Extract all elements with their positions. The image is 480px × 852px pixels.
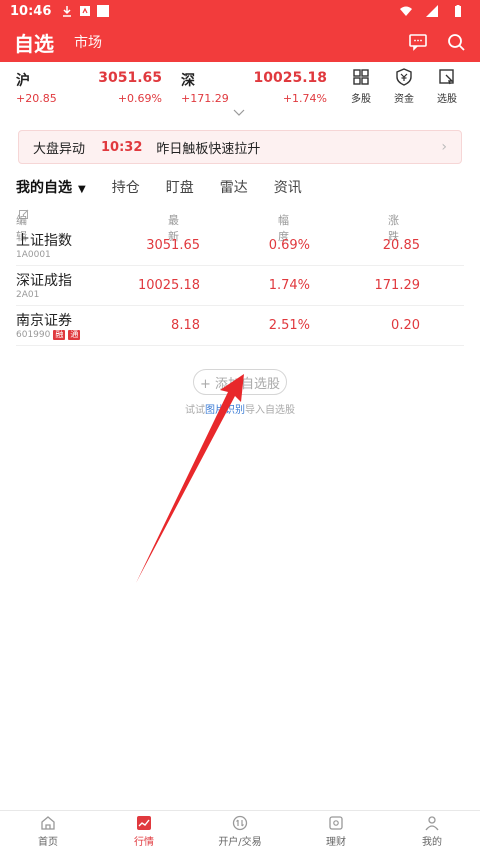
stock-name: 上证指数 — [16, 233, 72, 249]
sort-icon: ◇ — [391, 212, 398, 221]
fund-button[interactable]: 资金 — [384, 68, 424, 105]
nav-wealth[interactable]: 理财 — [288, 811, 384, 852]
stock-name: 南京证券 — [16, 313, 72, 329]
stock-code-group: 601990 融通 — [16, 330, 81, 340]
chevron-right-icon: › — [441, 139, 447, 155]
nav-profile[interactable]: 我的 — [384, 811, 480, 852]
stock-name: 深证成指 — [16, 273, 72, 289]
status-bar: 10:46 — [0, 0, 480, 22]
change-value: 0.20 — [391, 318, 420, 333]
market-tab[interactable]: 市场 — [74, 32, 102, 52]
range-value: 2.51% — [268, 318, 310, 333]
table-row[interactable]: 南京证券 601990 融通 8.18 2.51% 0.20 — [16, 308, 464, 346]
market-alert-banner[interactable]: 大盘异动 10:32 昨日触板快速拉升 › — [18, 130, 462, 164]
tab-label: 我的自选 — [16, 180, 72, 196]
connect-badge: 通 — [68, 330, 81, 340]
latest-value: 8.18 — [171, 318, 200, 333]
user-icon — [425, 816, 439, 831]
quick-label: 资金 — [394, 94, 414, 105]
wifi-icon — [400, 6, 412, 16]
hint-text: 导入自选股 — [245, 405, 295, 416]
index-percent: +1.74% — [282, 92, 327, 105]
battery-icon — [455, 5, 461, 17]
multi-stock-button[interactable]: 多股 — [341, 68, 381, 105]
alert-message: 昨日触板快速拉升 — [156, 141, 261, 157]
sub-tabs: 我的自选 ▼ 持仓 盯盘 雷达 资讯 — [0, 172, 480, 202]
tab-monitor[interactable]: 盯盘 — [166, 177, 194, 197]
tab-watchlist[interactable]: 我的自选 ▼ — [16, 177, 86, 197]
grid-icon — [353, 69, 369, 85]
edit-button[interactable]: 编辑 — [16, 208, 29, 243]
stock-picker-button[interactable]: 选股 — [427, 68, 467, 105]
home-icon — [41, 816, 55, 830]
chevron-down-icon[interactable] — [233, 109, 245, 117]
index-change: +20.85 — [16, 92, 57, 105]
nav-label: 行情 — [134, 837, 154, 848]
quick-label: 选股 — [437, 94, 457, 105]
wallet-icon — [329, 816, 343, 830]
add-watchlist-button[interactable]: + 添加自选股 — [193, 369, 287, 395]
alert-label: 大盘异动 — [33, 141, 86, 157]
index-percent: +0.69% — [117, 92, 162, 105]
nav-market[interactable]: 行情 — [96, 811, 192, 852]
nav-label: 开户/交易 — [218, 837, 262, 848]
nav-label: 首页 — [38, 837, 58, 848]
sort-icon: ◇ — [281, 212, 288, 221]
range-value: 0.69% — [268, 238, 310, 253]
bottom-nav: 首页 行情 开户/交易 理财 我的 — [0, 810, 480, 852]
tab-radar[interactable]: 雷达 — [220, 177, 248, 197]
index-price: 10025.18 — [253, 70, 327, 86]
signal-icon — [426, 5, 438, 17]
stock-code: 1A0001 — [16, 250, 51, 260]
shield-yen-icon — [396, 68, 412, 86]
tab-news[interactable]: 资讯 — [274, 177, 302, 197]
change-value: 171.29 — [374, 278, 421, 293]
index-name: 深 — [181, 73, 195, 89]
index-change: +171.29 — [181, 92, 229, 105]
nav-home[interactable]: 首页 — [0, 811, 96, 852]
stock-code: 601990 — [16, 330, 51, 340]
message-icon[interactable] — [408, 32, 428, 52]
annotation-arrow-icon — [136, 374, 244, 583]
table-row[interactable]: 深证成指 2A01 10025.18 1.74% 171.29 — [16, 268, 464, 306]
quick-label: 多股 — [351, 94, 371, 105]
index-price: 3051.65 — [98, 70, 162, 86]
index-name: 沪 — [16, 73, 30, 89]
alert-time: 10:32 — [101, 139, 143, 155]
table-row[interactable]: 上证指数 1A0001 3051.65 0.69% 20.85 — [16, 228, 464, 266]
margin-badge: 融 — [53, 330, 66, 340]
chart-icon — [137, 816, 151, 830]
caret-down-icon: ▼ — [78, 184, 86, 195]
change-value: 20.85 — [382, 238, 420, 253]
square-icon — [97, 5, 110, 17]
index-shanghai[interactable]: 沪 3051.65 +20.85 +0.69% — [16, 62, 162, 114]
import-hint: 试试图片识别导入自选股 — [0, 401, 480, 416]
index-bar: 沪 3051.65 +20.85 +0.69% 深 10025.18 +171.… — [0, 62, 480, 114]
nav-label: 我的 — [422, 837, 442, 848]
tab-holdings[interactable]: 持仓 — [112, 177, 140, 197]
notification-icon — [80, 6, 91, 16]
download-icon — [63, 6, 72, 17]
latest-value: 10025.18 — [137, 278, 200, 293]
status-time: 10:46 — [10, 3, 52, 19]
exchange-icon — [232, 815, 248, 831]
index-shenzhen[interactable]: 深 10025.18 +171.29 +1.74% — [181, 62, 327, 114]
nav-trade[interactable]: 开户/交易 — [192, 811, 288, 852]
page-title: 自选 — [14, 31, 54, 56]
hint-text: 试试 — [185, 405, 205, 416]
image-recognition-link[interactable]: 图片识别 — [205, 405, 245, 416]
cursor-select-icon — [439, 69, 454, 85]
search-icon[interactable] — [446, 32, 466, 52]
stock-code: 2A01 — [16, 290, 40, 300]
table-header: 编辑 最新 ◇ 幅度 ◇ 涨跌 ◇ — [0, 204, 480, 243]
range-value: 1.74% — [268, 278, 310, 293]
nav-label: 理财 — [326, 837, 346, 848]
latest-value: 3051.65 — [146, 238, 200, 253]
app-header: 自选 市场 — [0, 22, 480, 62]
sort-icon: ◇ — [171, 212, 178, 221]
